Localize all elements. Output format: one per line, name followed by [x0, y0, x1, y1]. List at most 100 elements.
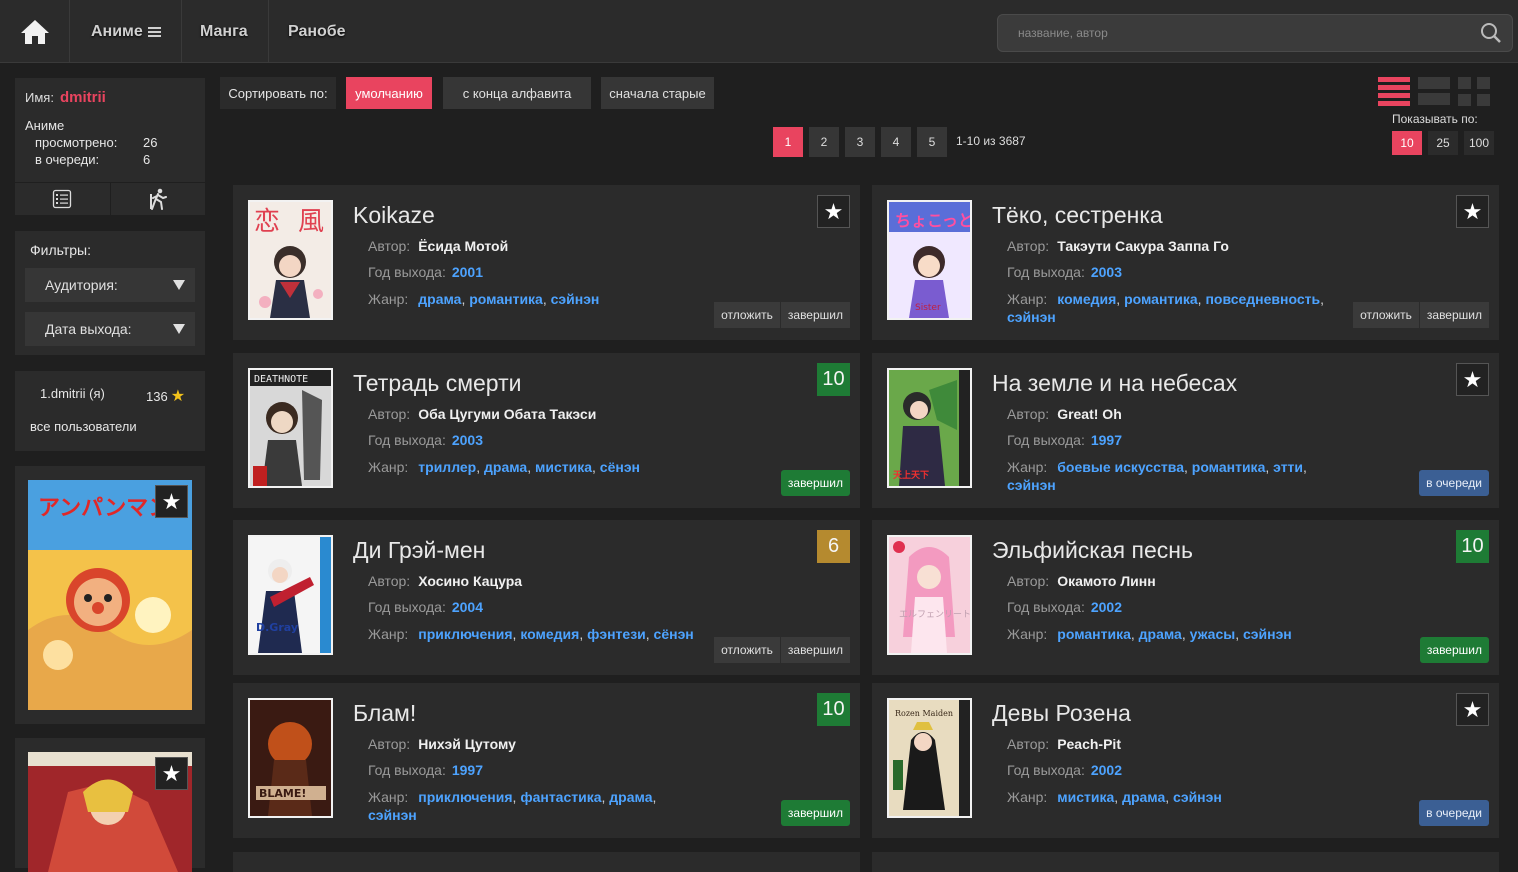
cover-image[interactable]: エルフェンリート — [887, 535, 972, 655]
manga-card[interactable] — [233, 852, 860, 872]
score-badge[interactable]: 10 — [817, 363, 850, 396]
genre-link[interactable]: драма — [1122, 789, 1165, 805]
author-value[interactable]: Хосино Кацура — [418, 573, 522, 589]
user-entry[interactable]: 1.dmitrii (я) — [40, 386, 105, 401]
genre-link[interactable]: боевые искусства — [1057, 459, 1184, 475]
promo-card[interactable]: ★ — [15, 738, 205, 872]
favorite-star-button[interactable]: ★ — [1456, 195, 1489, 228]
nav-manga[interactable]: Манга — [180, 0, 269, 63]
favorite-star-button[interactable]: ★ — [1456, 693, 1489, 726]
genre-link[interactable]: драма — [609, 789, 652, 805]
postpone-button[interactable]: отложить — [714, 302, 780, 328]
finished-button[interactable]: завершил — [779, 637, 850, 663]
manga-card[interactable]: Rozen Maiden Девы Розена Автор: Peach-Pit… — [872, 683, 1499, 838]
author-value[interactable]: Great! Oh — [1057, 406, 1122, 422]
favorite-star-button[interactable]: ★ — [817, 195, 850, 228]
favorite-star-button[interactable]: ★ — [1456, 363, 1489, 396]
finished-button[interactable]: завершил — [779, 302, 850, 328]
postpone-button[interactable]: отложить — [1353, 302, 1419, 328]
genre-link[interactable]: сэйнэн — [1007, 477, 1056, 493]
genre-link[interactable]: романтика — [1124, 291, 1198, 307]
manga-card[interactable]: エルフェンリート Эльфийская песнь Автор: Окамото … — [872, 520, 1499, 675]
list-view-icon[interactable] — [1378, 77, 1410, 107]
manga-card[interactable]: 天上天下 На земле и на небесах Автор: Great! … — [872, 353, 1499, 508]
cover-image[interactable]: BLAME! — [248, 698, 333, 818]
cover-image[interactable]: 恋風 — [248, 200, 333, 320]
genre-link[interactable]: комедия — [520, 626, 579, 642]
author-value[interactable]: Такэути Сакура Заппа Го — [1057, 238, 1229, 254]
card-title[interactable]: Koikaze — [353, 202, 435, 229]
genre-link[interactable]: сэйнэн — [1173, 789, 1222, 805]
genre-link[interactable]: мистика — [1057, 789, 1114, 805]
manga-card[interactable]: BLAME! Блам! Автор: Нихэй Цутому Год выхо… — [233, 683, 860, 838]
manga-card[interactable] — [872, 852, 1499, 872]
card-title[interactable]: Эльфийская песнь — [992, 537, 1193, 564]
genre-link[interactable]: сэйнэн — [1007, 309, 1056, 325]
genre-link[interactable]: драма — [484, 459, 527, 475]
genre-link[interactable]: этти — [1273, 459, 1303, 475]
genre-link[interactable]: приключения — [418, 789, 512, 805]
author-value[interactable]: Оба Цугуми Обата Такэси — [418, 406, 596, 422]
per-page-25[interactable]: 25 — [1428, 131, 1458, 155]
genre-link[interactable]: фантастика — [520, 789, 601, 805]
author-value[interactable]: Ёсида Мотой — [418, 238, 508, 254]
genre-link[interactable]: сёнэн — [654, 626, 694, 642]
card-title[interactable]: Тетрадь смерти — [353, 370, 521, 397]
genre-link[interactable]: романтика — [1192, 459, 1266, 475]
genre-link[interactable]: ужасы — [1190, 626, 1236, 642]
genre-link[interactable]: драма — [1139, 626, 1182, 642]
postpone-button[interactable]: отложить — [714, 637, 780, 663]
sort-alpha-desc-button[interactable]: с конца алфавита — [443, 77, 591, 109]
manga-card[interactable]: ちょこっと Sister Тёко, сестренка Автор: Такэут… — [872, 185, 1499, 340]
sort-oldest-button[interactable]: сначала старые — [601, 77, 714, 109]
card-title[interactable]: Блам! — [353, 700, 416, 727]
page-1-button[interactable]: 1 — [773, 127, 803, 157]
favorite-star-button[interactable]: ★ — [155, 757, 188, 790]
cover-image[interactable]: DEATHNOTE — [248, 368, 333, 488]
genre-link[interactable]: приключения — [418, 626, 512, 642]
year-value[interactable]: 2002 — [1091, 599, 1122, 615]
genre-link[interactable]: сэйнэн — [368, 807, 417, 823]
score-badge[interactable]: 10 — [1456, 530, 1489, 563]
year-value[interactable]: 2001 — [452, 264, 483, 280]
score-badge[interactable]: 6 — [817, 530, 850, 563]
nav-ranobe[interactable]: Ранобе — [268, 0, 366, 63]
page-2-button[interactable]: 2 — [809, 127, 839, 157]
year-value[interactable]: 1997 — [452, 762, 483, 778]
score-badge[interactable]: 10 — [817, 693, 850, 726]
author-value[interactable]: Нихэй Цутому — [418, 736, 516, 752]
nav-anime[interactable]: Аниме — [71, 0, 182, 63]
card-title[interactable]: Девы Розена — [992, 700, 1131, 727]
cover-image[interactable]: 天上天下 — [887, 368, 972, 488]
page-4-button[interactable]: 4 — [881, 127, 911, 157]
search-input[interactable] — [998, 15, 1468, 51]
year-value[interactable]: 2003 — [1091, 264, 1122, 280]
finished-status-button[interactable]: завершил — [780, 470, 850, 496]
genre-link[interactable]: сэйнэн — [1243, 626, 1292, 642]
genre-link[interactable]: романтика — [469, 291, 543, 307]
genre-link[interactable]: драма — [418, 291, 461, 307]
page-3-button[interactable]: 3 — [845, 127, 875, 157]
per-page-100[interactable]: 100 — [1464, 131, 1494, 155]
watched-stat[interactable]: просмотрено: 26 — [35, 135, 165, 150]
cover-image[interactable]: Rozen Maiden — [887, 698, 972, 818]
queue-stat[interactable]: в очереди: 6 — [35, 152, 165, 167]
genre-link[interactable]: фэнтези — [587, 626, 646, 642]
rows-view-icon[interactable] — [1418, 77, 1450, 107]
manga-card[interactable]: DEATHNOTE Тетрадь смерти Автор: Оба Цугум… — [233, 353, 860, 508]
audience-dropdown[interactable]: Аудитория: — [25, 268, 195, 302]
genre-link[interactable]: триллер — [418, 459, 476, 475]
list-icon[interactable] — [15, 183, 111, 215]
release-date-dropdown[interactable]: Дата выхода: — [25, 312, 195, 346]
in-queue-status-button[interactable]: в очереди — [1419, 470, 1489, 496]
grid-view-icon[interactable] — [1458, 77, 1490, 107]
per-page-10[interactable]: 10 — [1392, 131, 1422, 155]
genre-link[interactable]: сэйнэн — [551, 291, 600, 307]
year-value[interactable]: 2002 — [1091, 762, 1122, 778]
genre-link[interactable]: комедия — [1057, 291, 1116, 307]
card-title[interactable]: На земле и на небесах — [992, 370, 1237, 397]
username-link[interactable]: dmitrii — [60, 89, 106, 106]
all-users-link[interactable]: все пользователи — [30, 419, 137, 434]
manga-card[interactable]: 恋風 Koikaze Автор: Ёсида Мотой Год выхода:… — [233, 185, 860, 340]
page-5-button[interactable]: 5 — [917, 127, 947, 157]
